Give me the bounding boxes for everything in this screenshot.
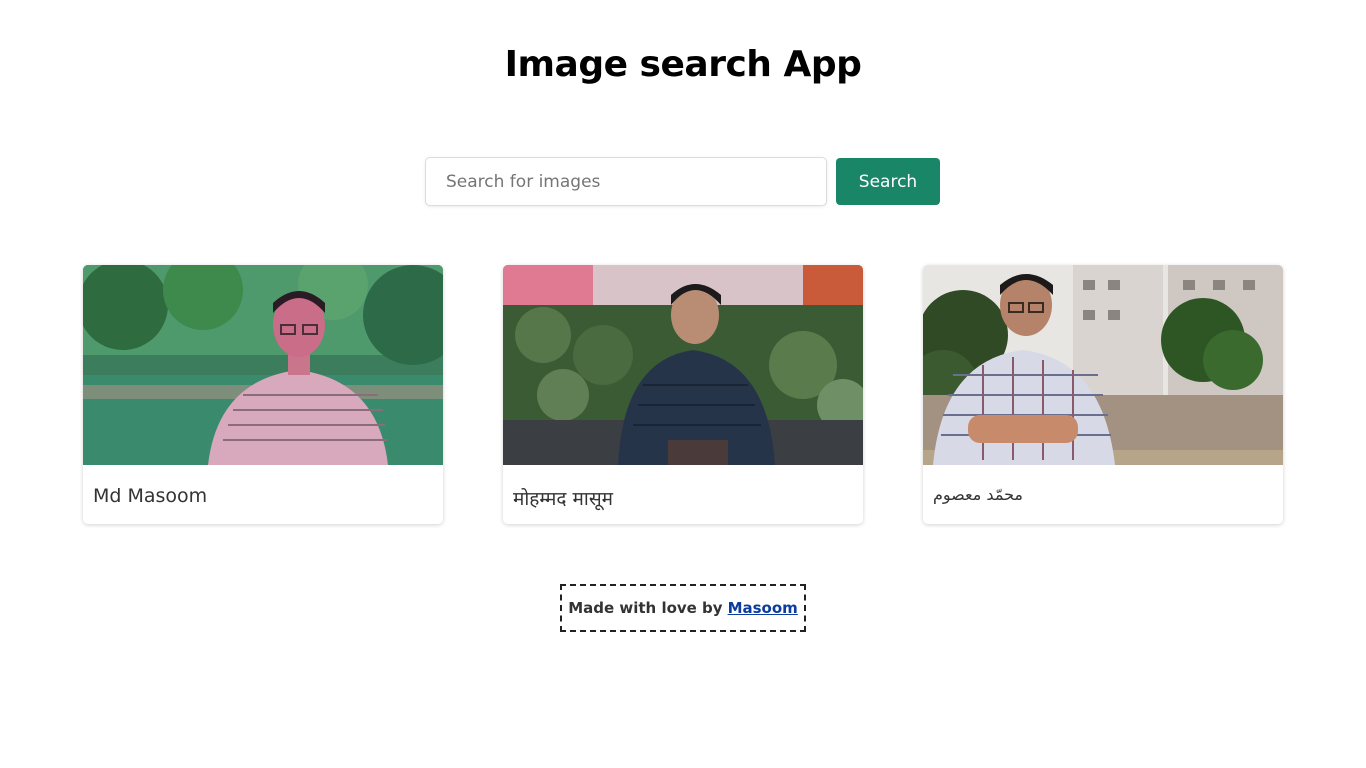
card-caption: محمّد معصوم (933, 485, 1023, 504)
footer-credit: Made with love by Masoom (560, 584, 806, 632)
image-card[interactable]: Md Masoom (83, 265, 443, 524)
result-image[interactable] (83, 265, 443, 465)
result-image[interactable] (923, 265, 1283, 465)
search-input[interactable] (425, 157, 827, 206)
search-form: Search (425, 157, 940, 206)
footer-text: Made with love by (568, 599, 723, 617)
author-link[interactable]: Masoom (728, 599, 798, 617)
card-caption: Md Masoom (93, 485, 208, 507)
page-title: Image search App (504, 44, 862, 85)
image-card[interactable]: मोहम्मद मासूम (503, 265, 863, 524)
card-caption: मोहम्मद मासूम (513, 488, 614, 510)
search-button[interactable]: Search (836, 158, 940, 205)
image-card[interactable]: محمّد معصوم (923, 265, 1283, 524)
result-image[interactable] (503, 265, 863, 465)
